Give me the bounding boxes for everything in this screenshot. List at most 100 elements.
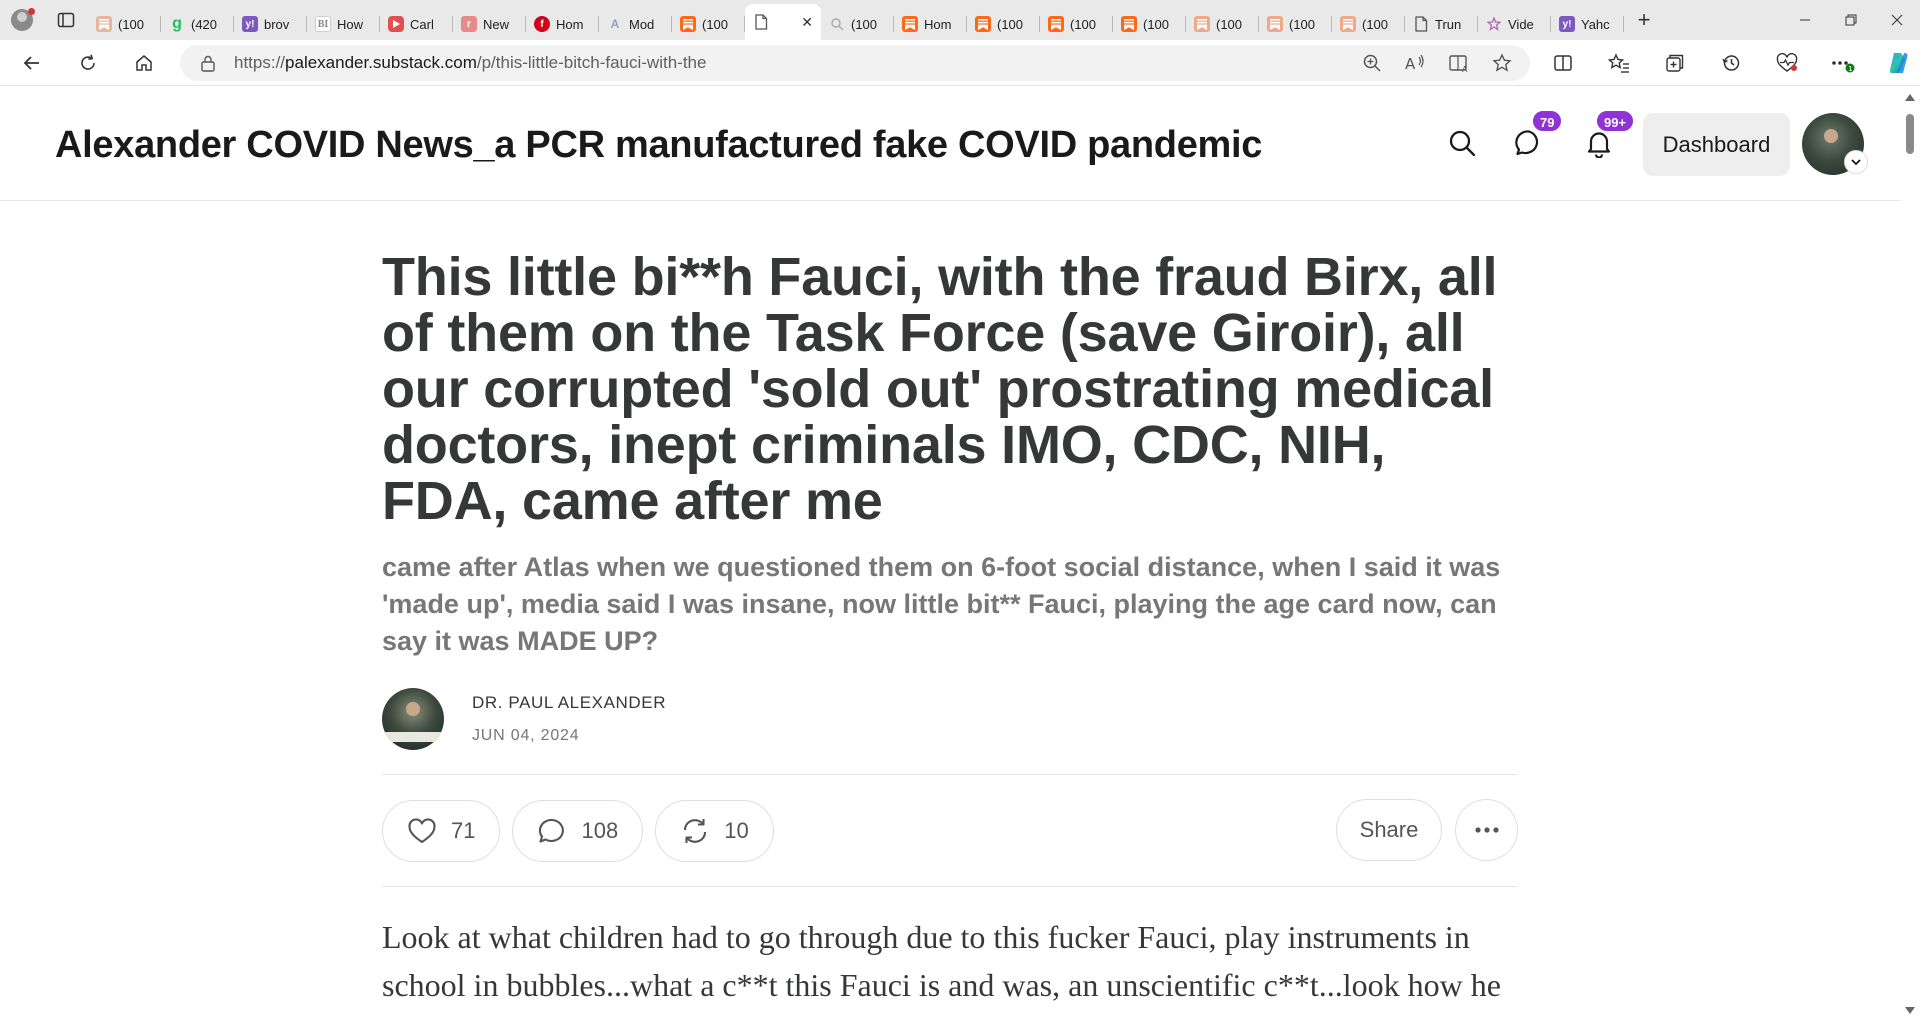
minimize-button[interactable] <box>1782 0 1828 40</box>
collections-button[interactable] <box>1657 45 1693 81</box>
browser-tab[interactable]: Carl <box>380 8 453 40</box>
browser-tab[interactable]: (100 <box>1186 8 1259 40</box>
browser-tab[interactable]: y! Yahc <box>1551 8 1624 40</box>
search-button[interactable] <box>1442 123 1482 163</box>
chat-button[interactable]: 79 <box>1509 109 1564 163</box>
back-button[interactable] <box>10 45 54 81</box>
notifications-badge: 99+ <box>1595 109 1636 133</box>
more-options-button[interactable] <box>1455 799 1518 861</box>
youtube-icon <box>388 16 404 32</box>
post-title: This little bi**h Fauci, with the fraud … <box>382 247 1498 531</box>
browser-tab[interactable]: Hom <box>894 8 967 40</box>
substack-icon <box>1267 16 1283 32</box>
share-button[interactable]: Share <box>1336 799 1442 861</box>
tab-list: (100 g (420 y! brov BI How Carl r New f Hom A Mod (100… <box>88 0 1624 40</box>
tab-actions-button[interactable] <box>44 0 88 40</box>
substack-icon <box>680 16 696 32</box>
favorite-star-icon[interactable] <box>1492 53 1512 73</box>
profile-alert-dot <box>28 8 35 15</box>
window-controls <box>1782 0 1920 40</box>
scroll-up-arrow-icon[interactable] <box>1905 94 1915 101</box>
page-scrollbar[interactable] <box>1900 86 1920 1020</box>
refresh-button[interactable] <box>66 45 110 81</box>
browser-tab[interactable]: f Hom <box>526 8 599 40</box>
restack-button[interactable]: 10 <box>655 799 774 862</box>
browser-tab[interactable]: (100 <box>1332 8 1405 40</box>
browser-tab-active[interactable]: ✕ <box>745 4 821 40</box>
browser-tab[interactable]: (100 <box>967 8 1040 40</box>
extensions-menu-button[interactable]: 1 <box>1825 45 1861 81</box>
browser-tab[interactable]: (100 <box>672 8 745 40</box>
browser-tab[interactable]: (100 <box>1040 8 1113 40</box>
browser-tab[interactable]: BI How <box>307 8 380 40</box>
account-menu-button[interactable] <box>1844 150 1868 174</box>
tab-label: (100 <box>702 16 729 32</box>
copilot-icon <box>1889 53 1908 73</box>
browser-tab[interactable]: (100 <box>821 8 894 40</box>
browser-tab[interactable]: (100 <box>1113 8 1186 40</box>
lock-icon[interactable] <box>200 54 216 72</box>
author-avatar[interactable] <box>382 688 444 750</box>
tab-label: (100 <box>1362 16 1389 32</box>
favorites-button[interactable] <box>1601 45 1637 81</box>
substack-icon <box>975 16 991 32</box>
profile-button[interactable] <box>0 0 44 40</box>
page-icon <box>753 14 769 30</box>
search-icon <box>1449 130 1476 157</box>
tab-label: (420 <box>191 16 218 32</box>
zoom-icon[interactable] <box>1362 53 1382 73</box>
browser-toolbar: https://palexander.substack.com/p/this-l… <box>0 40 1920 86</box>
read-aloud-icon[interactable]: A <box>1404 53 1426 73</box>
post-content: This little bi**h Fauci, with the fraud … <box>382 201 1518 1009</box>
tab-label: Hom <box>556 16 584 32</box>
favorites-list-icon <box>1608 53 1629 73</box>
scrollbar-thumb[interactable] <box>1906 114 1914 154</box>
browser-tab[interactable]: r New <box>453 8 526 40</box>
browser-tab[interactable]: (100 <box>88 8 161 40</box>
new-tab-button[interactable]: + <box>1624 0 1664 40</box>
author-name[interactable]: DR. PAUL ALEXANDER <box>472 693 666 713</box>
back-arrow-icon <box>23 55 39 70</box>
restore-button[interactable] <box>1828 0 1874 40</box>
page-icon <box>1413 16 1429 32</box>
comment-button[interactable]: 108 <box>512 799 644 862</box>
collections-icon <box>1666 54 1684 72</box>
copilot-button[interactable] <box>1881 45 1917 81</box>
home-button[interactable] <box>122 45 166 81</box>
split-screen-icon <box>1554 55 1572 71</box>
history-button[interactable] <box>1713 45 1749 81</box>
address-bar[interactable]: https://palexander.substack.com/p/this-l… <box>180 45 1530 81</box>
restore-icon <box>1845 14 1857 26</box>
tab-label: (100 <box>851 16 878 32</box>
tab-label: Trun <box>1435 16 1462 32</box>
browser-tab[interactable]: (100 <box>1259 8 1332 40</box>
tab-label: Yahc <box>1581 16 1610 32</box>
browser-tab[interactable]: y! brov <box>234 8 307 40</box>
svg-text:A: A <box>1405 55 1416 73</box>
split-screen-button[interactable] <box>1545 45 1581 81</box>
refresh-icon <box>81 54 95 70</box>
immersive-reader-icon[interactable]: A <box>1448 53 1470 73</box>
close-tab-icon[interactable]: ✕ <box>801 14 813 31</box>
scroll-down-arrow-icon[interactable] <box>1905 1007 1915 1014</box>
address-bar-icons: A A <box>1362 45 1512 81</box>
dashboard-button[interactable]: Dashboard <box>1643 113 1790 176</box>
url-text: https://palexander.substack.com/p/this-l… <box>234 53 707 72</box>
post-date: JUN 04, 2024 <box>472 727 580 744</box>
notifications-button[interactable]: 99+ <box>1579 109 1636 163</box>
browser-tab[interactable]: Trun <box>1405 8 1478 40</box>
like-button[interactable]: 71 <box>382 799 501 862</box>
close-window-button[interactable] <box>1874 0 1920 40</box>
browser-essentials-button[interactable] <box>1769 45 1805 81</box>
browser-tab[interactable]: Vide <box>1478 8 1551 40</box>
r-icon: r <box>461 16 477 32</box>
browser-tab[interactable]: A Mod <box>599 8 672 40</box>
a-icon: A <box>610 17 620 31</box>
post-body-paragraph: Look at what children had to go through … <box>382 919 1501 1003</box>
like-count: 71 <box>451 817 476 843</box>
fox-icon: f <box>534 16 550 32</box>
tab-actions-icon <box>57 12 75 28</box>
browser-tab[interactable]: g (420 <box>161 8 234 40</box>
substack-icon <box>96 16 112 32</box>
publication-title[interactable]: Alexander COVID News_a PCR manufactured … <box>55 124 1262 167</box>
